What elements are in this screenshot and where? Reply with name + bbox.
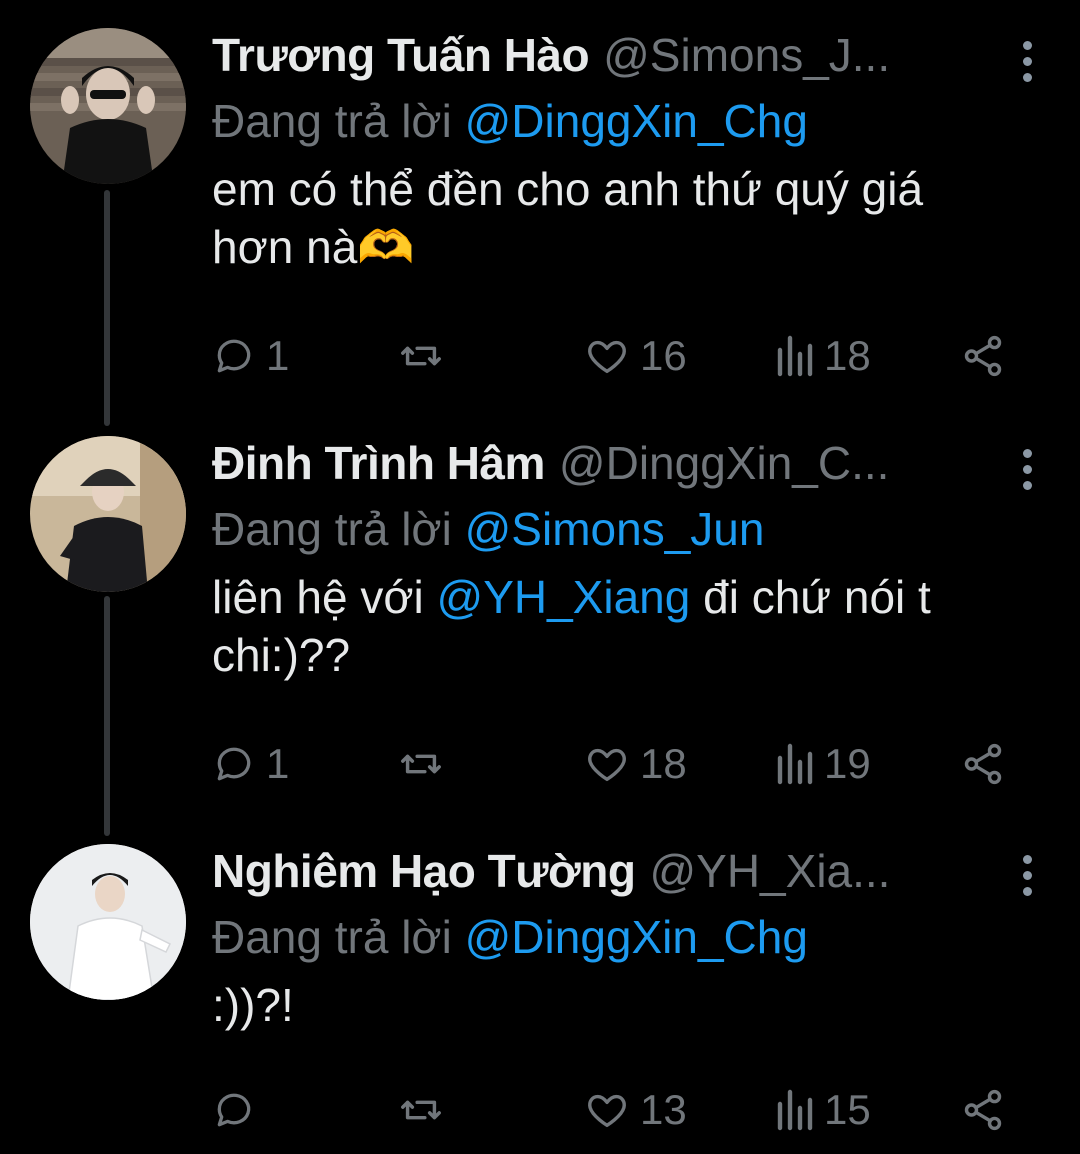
more-icon[interactable] (1012, 36, 1042, 86)
tweet-header: Đinh Trình Hâm @DinggXin_C... (212, 436, 1040, 496)
views-count: 18 (824, 332, 871, 379)
retweet-icon (401, 754, 441, 774)
like-button[interactable]: 18 (584, 734, 687, 794)
reply-count: 1 (266, 332, 290, 379)
views-icon (777, 335, 813, 377)
like-button[interactable]: 16 (584, 326, 687, 386)
replying-to-line: Đang trả lời @DinggXin_Chg (212, 88, 1040, 154)
tweet-text: em có thể đền cho anh thứ quý giá hơn nà… (212, 163, 924, 273)
retweet-icon (401, 1100, 441, 1120)
replying-to-mention[interactable]: @Simons_Jun (465, 503, 765, 555)
user-handle[interactable]: @Simons_J... (603, 28, 890, 82)
tweet-text: :))?! (212, 979, 294, 1031)
more-icon[interactable] (1012, 850, 1042, 900)
tweet-body: liên hệ với @YH_Xiang đi chứ nói t chi:)… (212, 568, 1042, 684)
share-icon (964, 1089, 1002, 1131)
replying-to-mention[interactable]: @DinggXin_Chg (465, 95, 808, 147)
tweet[interactable]: Nghiêm Hạo Tường @YH_Xia... Đang trả lời… (0, 816, 1080, 1154)
retweet-button[interactable] (398, 734, 454, 794)
tweet-content: Đinh Trình Hâm @DinggXin_C... Đang trả l… (212, 436, 1040, 684)
reply-icon (217, 747, 251, 781)
body-mention[interactable]: @YH_Xiang (437, 571, 691, 623)
share-button[interactable] (960, 1080, 1006, 1140)
more-icon[interactable] (1012, 444, 1042, 494)
replying-to-label: Đang trả lời (212, 95, 452, 147)
tweet-body: em có thể đền cho anh thứ quý giá hơn nà… (212, 160, 972, 276)
display-name[interactable]: Đinh Trình Hâm (212, 436, 545, 490)
tweet-text: liên hệ với (212, 571, 437, 623)
views-count: 19 (824, 740, 871, 787)
action-bar: 1 16 18 (212, 326, 1010, 386)
like-icon (588, 1094, 626, 1128)
tweet-content: Trương Tuấn Hào @Simons_J... Đang trả lờ… (212, 28, 1040, 276)
views-button[interactable]: 19 (774, 734, 871, 794)
avatar[interactable] (30, 436, 186, 592)
tweet-content: Nghiêm Hạo Tường @YH_Xia... Đang trả lời… (212, 844, 1040, 1034)
like-count: 13 (640, 1086, 687, 1133)
views-icon (777, 743, 813, 785)
views-count: 15 (824, 1086, 871, 1133)
tweet-header: Trương Tuấn Hào @Simons_J... (212, 28, 1040, 88)
replying-to-line: Đang trả lời @DinggXin_Chg (212, 904, 1040, 970)
display-name[interactable]: Trương Tuấn Hào (212, 28, 590, 82)
reply-icon (217, 1093, 251, 1127)
display-name[interactable]: Nghiêm Hạo Tường (212, 844, 636, 898)
share-button[interactable] (960, 326, 1006, 386)
replying-to-mention[interactable]: @DinggXin_Chg (465, 911, 808, 963)
retweet-icon (401, 346, 441, 366)
retweet-button[interactable] (398, 326, 454, 386)
reply-count: 1 (266, 740, 290, 787)
views-icon (777, 1089, 813, 1131)
action-bar: 13 15 (212, 1080, 1010, 1140)
replying-to-label: Đang trả lời (212, 503, 452, 555)
avatar[interactable] (30, 28, 186, 184)
avatar[interactable] (30, 844, 186, 1000)
reply-button[interactable] (212, 1080, 266, 1140)
tweet[interactable]: Trương Tuấn Hào @Simons_J... Đang trả lờ… (0, 0, 1080, 410)
reply-icon (217, 339, 251, 373)
like-icon (588, 748, 626, 782)
share-button[interactable] (960, 734, 1006, 794)
reply-button[interactable]: 1 (212, 734, 289, 794)
like-icon (588, 340, 626, 374)
like-button[interactable]: 13 (584, 1080, 687, 1140)
replying-to-label: Đang trả lời (212, 911, 452, 963)
user-handle[interactable]: @DinggXin_C... (559, 436, 890, 490)
retweet-button[interactable] (398, 1080, 454, 1140)
share-icon (964, 743, 1002, 785)
user-handle[interactable]: @YH_Xia... (649, 844, 890, 898)
tweet-header: Nghiêm Hạo Tường @YH_Xia... (212, 844, 1040, 904)
reply-button[interactable]: 1 (212, 326, 289, 386)
replying-to-line: Đang trả lời @Simons_Jun (212, 496, 1040, 562)
share-icon (964, 335, 1002, 377)
tweet[interactable]: Đinh Trình Hâm @DinggXin_C... Đang trả l… (0, 408, 1080, 818)
like-count: 16 (640, 332, 687, 379)
views-button[interactable]: 15 (774, 1080, 871, 1140)
views-button[interactable]: 18 (774, 326, 871, 386)
like-count: 18 (640, 740, 687, 787)
tweet-body: :))?! (212, 976, 972, 1034)
action-bar: 1 18 19 (212, 734, 1010, 794)
